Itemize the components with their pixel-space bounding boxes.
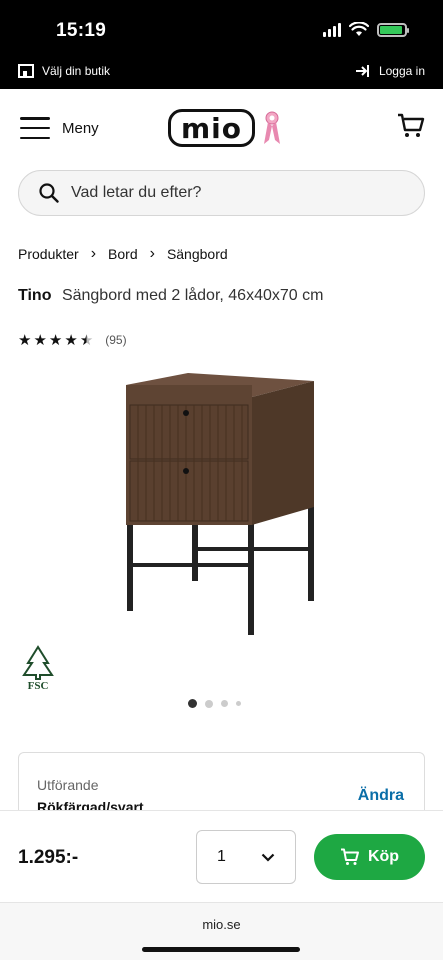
product-rating[interactable]: ★ ★ ★ ★ ★ (95) — [18, 331, 127, 349]
mio-logo[interactable]: mio — [168, 109, 283, 147]
chevron-right-icon: › — [149, 245, 155, 262]
cart-icon — [340, 848, 359, 865]
url-text: mio.se — [202, 917, 241, 932]
status-time: 15:19 — [56, 20, 107, 41]
product-name: Tino — [18, 287, 52, 304]
store-icon — [18, 64, 34, 78]
login-label: Logga in — [378, 64, 425, 78]
fsc-logo: FSC — [22, 645, 54, 691]
search-placeholder: Vad letar du efter? — [71, 184, 202, 201]
search-icon — [39, 183, 59, 203]
hamburger-icon — [20, 117, 50, 139]
review-count: (95) — [105, 333, 127, 347]
product-description: Sängbord med 2 lådor, 46x40x70 cm — [61, 287, 324, 304]
logo-wordmark: mio — [168, 109, 256, 147]
purchase-bar: 1.295:- 1 Köp — [0, 810, 443, 902]
store-selector-label: Välj din butik — [42, 64, 111, 78]
breadcrumb: Produkter › Bord › Sängbord — [18, 245, 228, 263]
carousel-dot-active[interactable] — [188, 699, 197, 708]
menu-button[interactable]: Meny — [20, 117, 99, 139]
browser-address-bar[interactable]: mio.se — [0, 902, 443, 960]
top-utility-bar: Välj din butik Logga in — [0, 56, 443, 89]
quantity-select[interactable]: 1 — [196, 830, 296, 884]
breadcrumb-item-produkter[interactable]: Produkter — [18, 246, 79, 262]
svg-text:FSC: FSC — [28, 680, 49, 691]
login-link[interactable]: Logga in — [355, 64, 425, 78]
product-title: Tino Sängbord med 2 lådor, 46x40x70 cm — [18, 287, 323, 305]
variant-label: Utförande — [37, 777, 99, 793]
change-variant-button[interactable]: Ändra — [358, 787, 404, 805]
star-icon: ★ — [48, 332, 63, 349]
product-image[interactable] — [118, 365, 328, 645]
status-bar: 15:19 — [0, 0, 443, 56]
star-icon: ★ — [64, 332, 78, 349]
search-input[interactable]: Vad letar du efter? — [18, 170, 425, 216]
breadcrumb-item-bord[interactable]: Bord — [108, 246, 138, 262]
star-icon: ★ — [33, 332, 47, 349]
status-icons — [323, 22, 409, 37]
quantity-value: 1 — [217, 848, 226, 865]
breadcrumb-item-sangbord[interactable]: Sängbord — [167, 246, 228, 262]
image-carousel-dots[interactable] — [188, 699, 241, 708]
store-selector[interactable]: Välj din butik — [18, 64, 110, 78]
menu-label: Meny — [62, 119, 99, 137]
star-icon: ★ — [18, 332, 32, 349]
site-header: Meny mio — [0, 89, 443, 169]
price: 1.295:- — [18, 847, 79, 868]
home-indicator[interactable] — [142, 947, 300, 952]
buy-button[interactable]: Köp — [314, 834, 425, 880]
battery-icon — [377, 22, 409, 37]
wifi-icon — [349, 22, 369, 36]
carousel-dot[interactable] — [205, 699, 213, 708]
chevron-right-icon: › — [90, 245, 97, 262]
half-star-icon: ★ — [79, 332, 94, 349]
chevron-down-icon — [261, 853, 275, 862]
signal-icon — [323, 22, 341, 37]
buy-label: Köp — [367, 848, 400, 865]
pink-ribbon-icon — [264, 111, 281, 144]
login-icon — [355, 65, 369, 77]
cart-icon[interactable] — [397, 113, 425, 139]
carousel-dot[interactable] — [221, 700, 228, 707]
carousel-dot[interactable] — [236, 701, 241, 706]
